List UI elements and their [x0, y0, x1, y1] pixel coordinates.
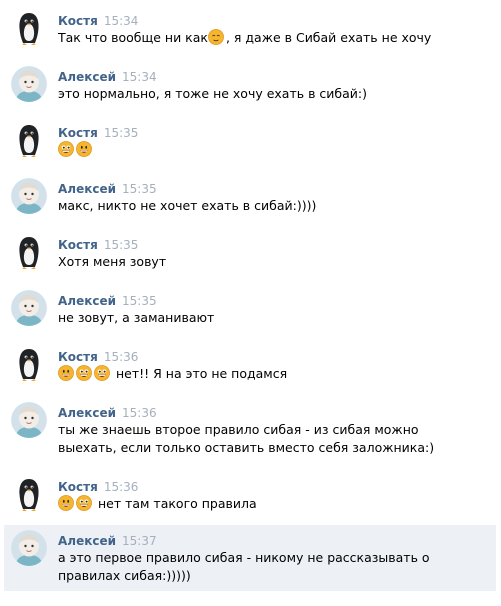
message-fragment: Так что вообще ни как	[58, 30, 208, 45]
author-name[interactable]: Костя	[58, 350, 98, 364]
message-line: выехать, если только оставить вместо себ…	[58, 440, 435, 455]
message-time[interactable]: 15:36	[104, 350, 139, 364]
message-time[interactable]: 15:35	[104, 126, 139, 140]
message-item[interactable]: Алексей 15:36 ты же знаешь второе правило …	[0, 402, 501, 466]
penguin-avatar[interactable]	[11, 476, 47, 512]
message-time[interactable]: 15:35	[122, 294, 157, 308]
message-item[interactable]: Костя 15:36 нет!! Я на это не подамся	[0, 346, 501, 390]
author-name[interactable]: Алексей	[58, 182, 116, 196]
author-name[interactable]: Костя	[58, 480, 98, 494]
author-name[interactable]: Костя	[58, 238, 98, 252]
penguin-avatar[interactable]	[11, 10, 47, 46]
character-avatar[interactable]	[11, 290, 47, 326]
penguin-avatar[interactable]	[11, 122, 47, 158]
message-line: а это первое правило сибая - никому не р…	[58, 550, 430, 565]
message-fragment: это нормально, я тоже не хочу ехать в си…	[58, 86, 368, 101]
message-item[interactable]: Костя 15:34 Так что вообще ни как , я даже…	[0, 10, 501, 54]
message-fragment: не зовут, а заманивают	[58, 310, 215, 325]
message-header: Костя 15:34	[58, 13, 138, 29]
message-fragment: нет!! Я на это не подамся	[112, 366, 288, 381]
author-name[interactable]: Алексей	[58, 294, 116, 308]
penguin-avatar[interactable]	[11, 234, 47, 270]
message-header: Алексей 15:35	[58, 293, 157, 309]
message-text: нет там такого правила	[58, 495, 488, 513]
message-fragment: , я даже в Сибай ехать не хочу	[225, 30, 432, 45]
message-header: Костя 15:35	[58, 237, 138, 253]
message-header: Алексей 15:35	[58, 181, 157, 197]
character-avatar[interactable]	[11, 530, 47, 566]
message-item[interactable]: Костя 15:36 нет там такого правила	[0, 476, 501, 520]
message-text: Так что вообще ни как , я даже в Сибай е…	[58, 29, 488, 47]
message-item[interactable]: Костя 15:35	[0, 122, 501, 166]
message-header: Костя 15:35	[58, 125, 138, 141]
message-item[interactable]: Костя 15:35 Хотя меня зовут	[0, 234, 501, 278]
message-text: не зовут, а заманивают	[58, 309, 488, 327]
character-avatar[interactable]	[11, 402, 47, 438]
message-header: Костя 15:36	[58, 479, 138, 495]
message-text: Хотя меня зовут	[58, 253, 488, 271]
penguin-avatar[interactable]	[11, 346, 47, 382]
character-avatar[interactable]	[11, 66, 47, 102]
message-time[interactable]: 15:34	[104, 14, 139, 28]
message-item[interactable]: Алексей 15:37 а это первое правило сибая -…	[4, 525, 496, 591]
message-time[interactable]: 15:37	[122, 534, 157, 548]
message-item[interactable]: Алексей 15:35 не зовут, а заманивают	[0, 290, 501, 334]
message-text	[58, 141, 488, 159]
message-fragment: макс, никто не хочет ехать в сибай:))))	[58, 198, 317, 213]
beaming-emoji	[94, 365, 110, 381]
grin-emoji	[58, 365, 74, 381]
message-time[interactable]: 15:35	[104, 238, 139, 252]
author-name[interactable]: Алексей	[58, 406, 116, 420]
message-header: Алексей 15:34	[58, 69, 157, 85]
message-text: а это первое правило сибая - никому не р…	[58, 549, 488, 585]
message-fragment: нет там такого правила	[94, 496, 257, 511]
message-fragment: Хотя меня зовут	[58, 254, 167, 269]
message-text: ты же знаешь второе правило сибая - из с…	[58, 421, 488, 457]
message-text: нет!! Я на это не подамся	[58, 365, 488, 383]
grin-emoji	[76, 141, 92, 157]
message-header: Алексей 15:36	[58, 405, 157, 421]
author-name[interactable]: Костя	[58, 14, 98, 28]
message-item[interactable]: Алексей 15:35 макс, никто не хочет ехать в…	[0, 178, 501, 222]
beaming-emoji	[58, 141, 74, 157]
message-text: макс, никто не хочет ехать в сибай:))))	[58, 197, 488, 215]
beaming-emoji	[76, 495, 92, 511]
beaming-emoji	[76, 365, 92, 381]
message-item[interactable]: Алексей 15:34 это нормально, я тоже не хоч…	[0, 66, 501, 110]
chat-history: Костя 15:34 Так что вообще ни как , я даже…	[0, 0, 501, 606]
grin-emoji	[58, 495, 74, 511]
author-name[interactable]: Алексей	[58, 70, 116, 84]
message-header: Костя 15:36	[58, 349, 138, 365]
author-name[interactable]: Костя	[58, 126, 98, 140]
author-name[interactable]: Алексей	[58, 534, 116, 548]
message-text: это нормально, я тоже не хочу ехать в си…	[58, 85, 488, 103]
message-time[interactable]: 15:35	[122, 182, 157, 196]
message-time[interactable]: 15:36	[122, 406, 157, 420]
character-avatar[interactable]	[11, 178, 47, 214]
message-line: правилах сибая:)))))	[58, 568, 191, 583]
relieved-emoji	[208, 29, 224, 45]
message-line: ты же знаешь второе правило сибая - из с…	[58, 422, 419, 437]
message-header: Алексей 15:37	[58, 533, 157, 549]
message-time[interactable]: 15:36	[104, 480, 139, 494]
message-time[interactable]: 15:34	[122, 70, 157, 84]
